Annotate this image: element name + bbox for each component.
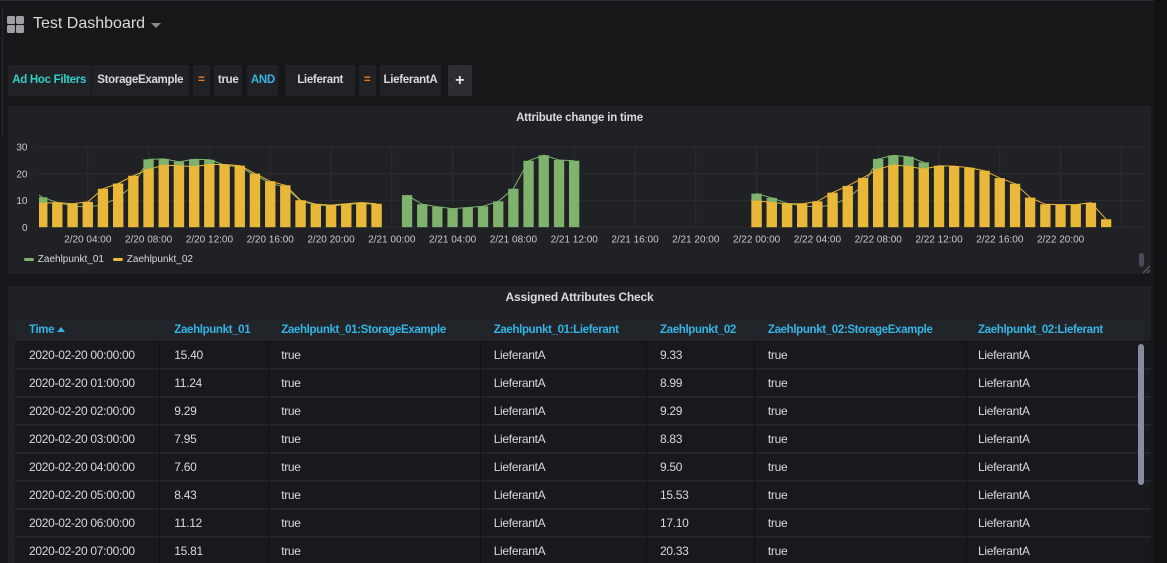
svg-text:2/21 04:00: 2/21 04:00 <box>429 234 477 245</box>
svg-text:10: 10 <box>16 196 28 207</box>
svg-text:2/20 20:00: 2/20 20:00 <box>307 234 355 245</box>
svg-text:2/22 16:00: 2/22 16:00 <box>976 234 1024 245</box>
svg-text:2/22 00:00: 2/22 00:00 <box>733 234 781 245</box>
svg-text:2/21 16:00: 2/21 16:00 <box>611 234 659 245</box>
svg-text:0: 0 <box>22 222 28 233</box>
svg-text:20: 20 <box>16 169 28 180</box>
svg-text:2/20 04:00: 2/20 04:00 <box>64 234 112 245</box>
svg-text:30: 30 <box>16 142 28 153</box>
svg-text:2/21 08:00: 2/21 08:00 <box>490 234 538 245</box>
svg-text:2/21 12:00: 2/21 12:00 <box>551 234 599 245</box>
svg-text:2/22 08:00: 2/22 08:00 <box>855 234 903 245</box>
svg-text:2/21 20:00: 2/21 20:00 <box>672 234 720 245</box>
svg-text:2/22 12:00: 2/22 12:00 <box>915 234 963 245</box>
svg-text:2/20 12:00: 2/20 12:00 <box>186 234 234 245</box>
svg-text:2/22 20:00: 2/22 20:00 <box>1037 234 1085 245</box>
svg-text:2/20 08:00: 2/20 08:00 <box>125 234 173 245</box>
svg-text:2/20 16:00: 2/20 16:00 <box>247 234 295 245</box>
svg-text:2/22 04:00: 2/22 04:00 <box>794 234 842 245</box>
svg-text:2/21 00:00: 2/21 00:00 <box>368 234 416 245</box>
